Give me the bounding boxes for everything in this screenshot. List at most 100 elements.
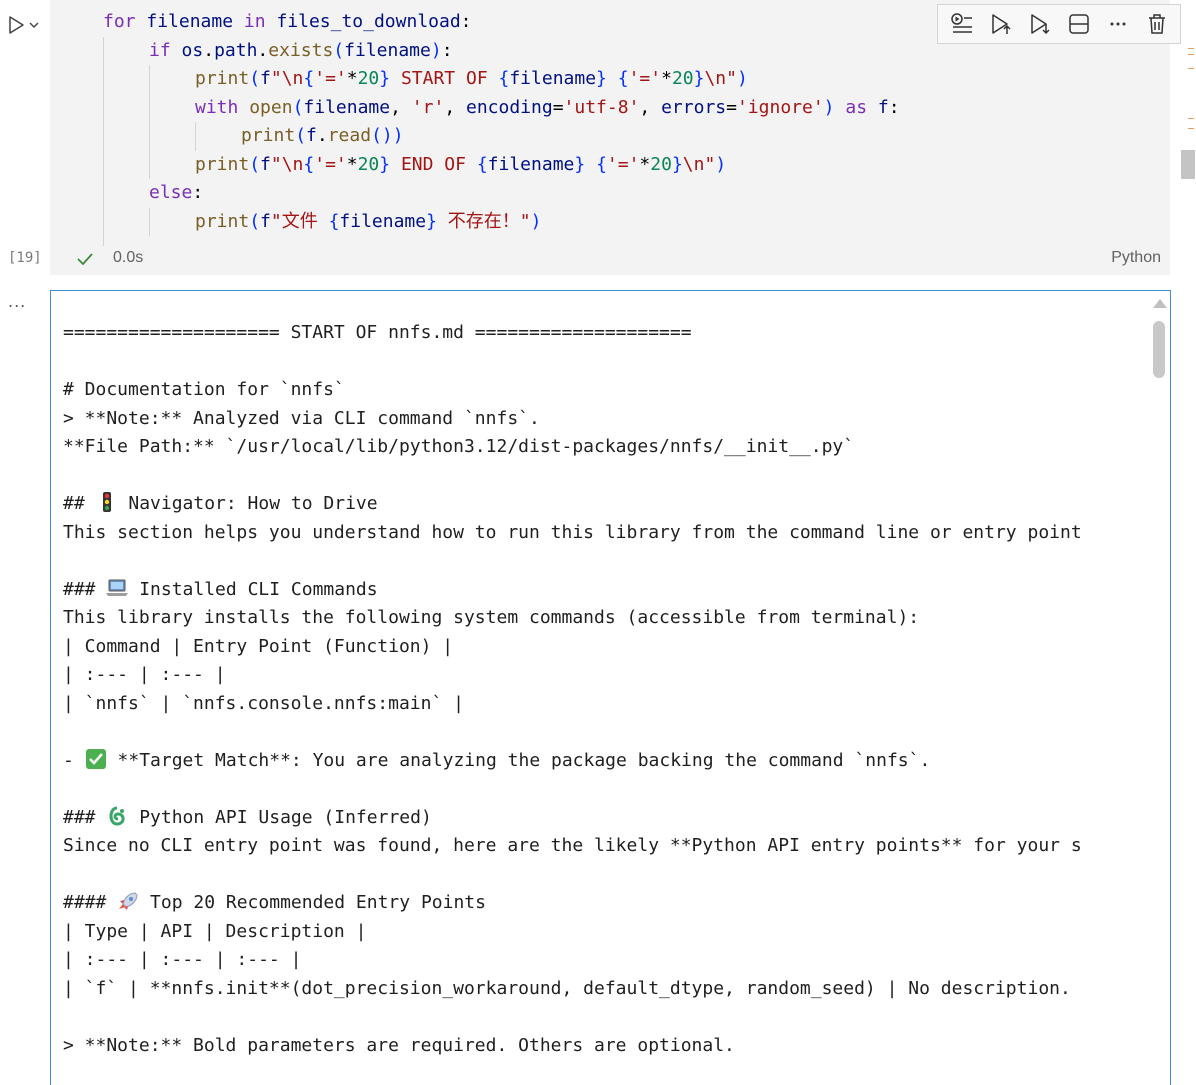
- code-token: path: [214, 39, 258, 61]
- code-line[interactable]: else:: [50, 179, 1170, 208]
- code-token: f: [260, 210, 271, 232]
- code-token: {: [303, 68, 315, 89]
- code-token: print: [195, 153, 250, 175]
- code-token: .: [203, 39, 215, 61]
- indent-guide: [103, 36, 104, 246]
- code-token: filename: [303, 96, 391, 118]
- code-line[interactable]: print(f"\n{'='*20} END OF {filename} {'=…: [50, 150, 1170, 179]
- output-scrollbar[interactable]: [1152, 295, 1167, 1081]
- code-cell[interactable]: for filename in files_to_download: if os.…: [50, 0, 1181, 275]
- code-token: (: [292, 96, 304, 118]
- heading-prefix: ###: [63, 806, 107, 828]
- split-cell-icon[interactable]: [1064, 9, 1094, 39]
- output-scrollbar-thumb[interactable]: [1153, 321, 1165, 378]
- code-token: "\n: [270, 68, 304, 89]
- execute-above-icon[interactable]: [986, 9, 1016, 39]
- code-token: in: [243, 11, 266, 32]
- code-token: "\n: [270, 153, 304, 175]
- output-line: ## Navigator: How to Drive: [63, 490, 1082, 519]
- indent-guide: [195, 122, 196, 151]
- output-line-text: Installed CLI Commands: [128, 578, 378, 600]
- run-by-line-icon[interactable]: [947, 9, 977, 39]
- code-token: }: [574, 153, 586, 175]
- code-token: print: [241, 125, 296, 146]
- output-line-text: | `f` | **nnfs.init**(dot_precision_work…: [63, 977, 1071, 999]
- code-token: *: [346, 68, 358, 89]
- code-token: (: [333, 39, 345, 61]
- output-line: This library installs the following syst…: [63, 604, 1082, 633]
- code-token: (: [295, 125, 307, 146]
- scroll-up-arrow-icon[interactable]: [1153, 299, 1167, 308]
- output-text: ==================== START OF nnfs.md ==…: [63, 319, 1082, 1060]
- code-token: 不存在！": [436, 210, 531, 232]
- output-line: Since no CLI entry point was found, here…: [63, 832, 1082, 861]
- code-token: for: [103, 11, 136, 32]
- more-actions-icon[interactable]: [1103, 9, 1133, 39]
- chevron-down-icon[interactable]: [28, 19, 40, 31]
- code-line[interactable]: print(f"文件 {filename} 不存在！"): [50, 207, 1170, 236]
- heading-prefix: ###: [63, 578, 107, 600]
- output-line: #### Top 20 Recommended Entry Points: [63, 889, 1082, 918]
- code-token: =: [726, 96, 737, 118]
- code-token: '=': [314, 68, 347, 89]
- output-line-text: This section helps you understand how to…: [63, 521, 1082, 543]
- code-token: open: [249, 96, 293, 118]
- code-token: 20: [357, 153, 380, 175]
- code-token: ,: [444, 96, 466, 118]
- output-line: | :--- | :--- | :--- |: [63, 946, 1082, 975]
- output-more-actions-icon[interactable]: ...: [8, 292, 26, 311]
- code-token: *: [346, 153, 358, 175]
- code-token: ): [823, 96, 835, 118]
- code-token: f: [877, 96, 889, 118]
- code-line[interactable]: print(f"\n{'='*20} START OF {filename} {…: [50, 65, 1170, 94]
- output-line-text: > **Note:** Bold parameters are required…: [63, 1034, 735, 1056]
- code-token: {: [617, 68, 629, 89]
- output-line-text: | Type | API | Description |: [63, 920, 367, 942]
- code-token: filename: [339, 210, 427, 232]
- output-line: ### Python API Usage (Inferred): [63, 804, 1082, 833]
- code-token: }: [693, 68, 705, 89]
- code-line[interactable]: print(f.read()): [50, 122, 1170, 151]
- code-token: f: [306, 125, 317, 146]
- output-line: > **Note:** Analyzed via CLI command `nn…: [63, 405, 1082, 434]
- code-token: START OF: [390, 68, 499, 89]
- code-token: END OF: [390, 153, 477, 175]
- notebook-scrollbar-thumb[interactable]: [1181, 150, 1195, 179]
- run-cell-button[interactable]: [6, 14, 46, 36]
- execution-duration: 0.0s: [113, 249, 144, 266]
- output-line: - **Target Match**: You are analyzing th…: [63, 747, 1082, 776]
- code-token: 20: [357, 68, 380, 89]
- indent-guide: [149, 207, 150, 236]
- code-token: '=': [314, 153, 347, 175]
- output-line-text: **Target Match**: You are analyzing the …: [106, 749, 931, 771]
- indent-guide: [149, 93, 150, 122]
- delete-cell-icon[interactable]: [1142, 9, 1172, 39]
- code-token: .: [316, 125, 328, 146]
- output-line: ### Installed CLI Commands: [63, 576, 1082, 605]
- code-token: ): [430, 39, 442, 61]
- code-token: filename: [509, 68, 597, 89]
- indent-guide: [149, 150, 150, 179]
- output-line-text: | Command | Entry Point (Function) |: [63, 635, 454, 657]
- rocket-icon: [117, 891, 139, 911]
- code-token: }: [426, 210, 437, 232]
- execute-below-icon[interactable]: [1025, 9, 1055, 39]
- code-token: ): [530, 210, 542, 232]
- cell-output[interactable]: ==================== START OF nnfs.md ==…: [50, 290, 1171, 1085]
- cell-language[interactable]: Python: [1111, 249, 1161, 267]
- code-line[interactable]: with open(filename, 'r', encoding='utf-8…: [50, 93, 1170, 122]
- code-token: encoding: [466, 96, 553, 118]
- traffic-light-icon: [96, 492, 118, 512]
- code-token: }: [671, 153, 683, 175]
- output-line-text: This library installs the following syst…: [63, 607, 920, 628]
- output-line: ==================== START OF nnfs.md ==…: [63, 319, 1082, 348]
